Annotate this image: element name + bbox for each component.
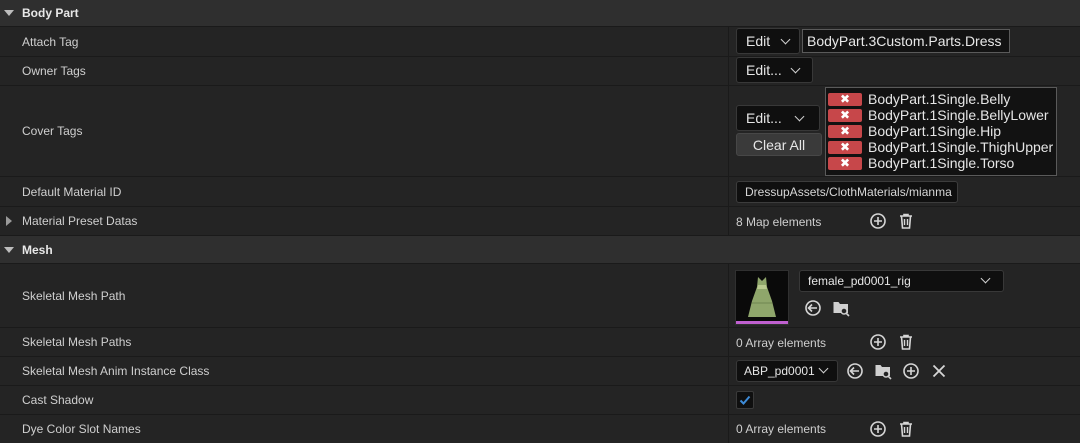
add-element-icon[interactable] [869,420,887,438]
clear-all-button[interactable]: Clear All [736,133,822,156]
owner-tags-edit-button[interactable]: Edit... [736,57,813,83]
property-row-skeletal-mesh-paths: Skeletal Mesh Paths 0 Array elements [0,328,1080,357]
cast-shadow-checkbox[interactable] [736,391,754,409]
cover-tags-list: ✖ BodyPart.1Single.Belly ✖ BodyPart.1Sin… [825,87,1057,176]
asset-type-underline [736,321,788,324]
section-title: Body Part [22,6,79,20]
array-element-count: 0 Array elements [736,335,827,350]
skeletal-mesh-dropdown[interactable]: female_pd0001_rig [799,270,1004,292]
property-row-skeletal-mesh-path: Skeletal Mesh Path female_pd0001_rig [0,264,1080,328]
chevron-down-icon [794,111,805,121]
tag-chip: ✖ BodyPart.1Single.BellyLower [828,107,1056,123]
property-label: Owner Tags [22,64,86,78]
browse-folder-icon[interactable] [832,299,850,317]
browse-folder-icon[interactable] [874,362,892,380]
array-element-count: 0 Array elements [736,422,827,436]
map-element-count: 8 Map elements [736,214,822,229]
remove-tag-button[interactable]: ✖ [828,156,862,170]
mesh-thumbnail[interactable] [735,270,789,325]
tag-chip: ✖ BodyPart.1Single.Belly [828,91,1056,107]
property-row-cast-shadow: Cast Shadow [0,386,1080,415]
tag-chip: ✖ BodyPart.1Single.ThighUpper [828,139,1056,155]
chevron-down-icon [980,273,991,284]
collapse-arrow-icon[interactable] [4,10,14,16]
use-selected-asset-icon[interactable] [804,299,822,317]
trash-icon[interactable] [897,420,915,438]
use-selected-asset-icon[interactable] [846,362,864,380]
expand-arrow-icon[interactable] [6,216,12,226]
tag-chip: ✖ BodyPart.1Single.Torso [828,155,1056,171]
remove-tag-button[interactable]: ✖ [828,108,862,122]
property-row-material-preset-datas: Material Preset Datas 8 Map elements [0,207,1080,236]
dress-icon [748,277,776,317]
section-header-body-part[interactable]: Body Part [0,0,1080,27]
attach-tag-value: BodyPart.3Custom.Parts.Dress [802,29,1010,53]
tag-chip: ✖ BodyPart.1Single.Hip [828,123,1056,139]
default-material-id-field[interactable]: DressupAssets/ClothMaterials/mianma [736,181,958,203]
add-element-icon[interactable] [869,333,887,351]
chevron-down-icon [780,34,791,44]
cover-tags-edit-button[interactable]: Edit... [736,105,820,131]
remove-tag-button[interactable]: ✖ [828,92,862,106]
property-row-owner-tags: Owner Tags Edit... [0,57,1080,86]
property-row-dye-color-slot-names: Dye Color Slot Names 0 Array elements [0,415,1080,443]
section-title: Mesh [22,242,53,257]
property-row-cover-tags: Cover Tags Edit... Clear All ✖ BodyPart.… [0,86,1080,177]
property-row-anim-instance-class: Skeletal Mesh Anim Instance Class ABP_pd… [0,357,1080,386]
trash-icon[interactable] [897,333,915,351]
anim-class-dropdown[interactable]: ABP_pd0001 [736,360,838,382]
remove-tag-button[interactable]: ✖ [828,124,862,138]
trash-icon[interactable] [897,212,915,230]
chevron-down-icon [818,363,829,374]
property-label: Skeletal Mesh Paths [22,335,132,349]
property-row-default-material-id: Default Material ID DressupAssets/ClothM… [0,177,1080,207]
property-label: Skeletal Mesh Path [22,288,126,303]
property-label: Material Preset Datas [22,214,138,228]
property-label: Cast Shadow [22,393,94,407]
property-label: Dye Color Slot Names [22,422,141,436]
collapse-arrow-icon[interactable] [4,246,14,253]
add-icon[interactable] [902,362,920,380]
property-label: Cover Tags [22,124,83,138]
section-header-mesh[interactable]: Mesh [0,236,1080,264]
attach-tag-edit-button[interactable]: Edit [736,28,800,54]
property-label: Default Material ID [22,184,122,199]
checkmark-icon [739,395,751,405]
property-row-attach-tag: Attach Tag Edit BodyPart.3Custom.Parts.D… [0,27,1080,57]
property-label: Skeletal Mesh Anim Instance Class [22,364,210,378]
chevron-down-icon [790,63,801,73]
remove-tag-button[interactable]: ✖ [828,140,862,154]
add-element-icon[interactable] [869,212,887,230]
clear-icon[interactable] [930,362,948,380]
property-label: Attach Tag [22,34,79,49]
